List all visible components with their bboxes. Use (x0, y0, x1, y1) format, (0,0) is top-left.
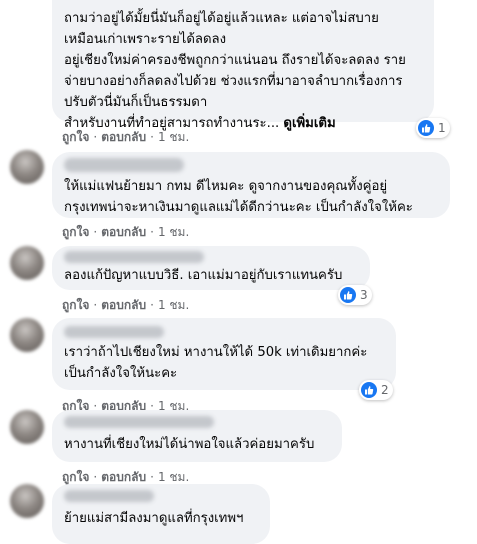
dot-separator: · (150, 470, 154, 484)
avatar[interactable] (10, 150, 44, 184)
avatar[interactable] (10, 246, 44, 280)
reply-button[interactable]: ตอบกลับ (101, 223, 146, 242)
comment-text-line: ปรับตัวนี่มันก็เป็นธรรมดา (64, 95, 208, 110)
comment-text-line: จ่ายบางอย่างก็ลดลงไปด้วย ช่วงแรกที่มาอาจ… (64, 74, 403, 89)
comment-actions: ถูกใจ · ตอบกลับ · 1 ชม. (62, 296, 189, 315)
comment-time[interactable]: 1 ชม. (158, 128, 189, 147)
like-button[interactable]: ถูกใจ (62, 223, 89, 242)
comment-bubble: เราว่าถ้าไปเชียงใหม่ หางานให้ได้ 50k เท่… (52, 318, 396, 390)
dot-separator: · (150, 225, 154, 239)
see-more-link[interactable]: ดูเพิ่มเติม (283, 116, 335, 131)
reaction-number: 1 (438, 121, 446, 135)
like-button[interactable]: ถูกใจ (62, 128, 89, 147)
comment-text-line: เหมือนเก่าเพราะรายได้ลดลง (64, 32, 227, 47)
comment-actions: ถูกใจ · ตอบกลับ · 1 ชม. (62, 223, 189, 242)
comment-bubble: ลองแก้ปัญหาแบบวิธี. เอาแม่มาอยู่กับเราแท… (52, 246, 370, 290)
comment-text-line: อยู่เชียงใหม่ค่าครองชีพถูกกว่าแน่นอน ถึง… (64, 53, 406, 68)
avatar[interactable] (10, 484, 44, 518)
comment-text-line: กรุงเทพน่าจะหาเงินมาดูแลแม่ได้ดีกว่านะคะ… (64, 200, 413, 215)
comment-time[interactable]: 1 ชม. (158, 296, 189, 315)
author-name-blurred[interactable] (64, 416, 214, 428)
dot-separator: · (93, 470, 98, 484)
reply-button[interactable]: ตอบกลับ (101, 128, 146, 147)
dot-separator: · (93, 130, 98, 144)
reaction-count[interactable]: 3 (338, 285, 372, 305)
author-name-blurred[interactable] (64, 251, 204, 263)
comment-time[interactable]: 1 ชม. (158, 223, 189, 242)
like-reaction-icon (418, 120, 434, 136)
avatar[interactable] (10, 410, 44, 444)
comment-bubble: ย้ายแม่สามีลงมาดูแลที่กรุงเทพฯ (52, 484, 270, 544)
comment-text-line: ย้ายแม่สามีลงมาดูแลที่กรุงเทพฯ (64, 511, 244, 526)
comment-text-line: ถามว่าอยู่ได้มั้ยนี่มันก็อยู่ได้อยู่แล้ว… (64, 11, 379, 26)
avatar[interactable] (10, 318, 44, 352)
comment-text-line: หางานที่เชียงใหม่ได้น่าพอใจแล้วค่อยมาครั… (64, 437, 315, 452)
comment-text-line: เราว่าถ้าไปเชียงใหม่ หางานให้ได้ 50k เท่… (64, 345, 368, 360)
like-reaction-icon (361, 382, 377, 398)
author-name-blurred[interactable] (64, 490, 154, 502)
comment-bubble: ถามว่าอยู่ได้มั้ยนี่มันก็อยู่ได้อยู่แล้ว… (52, 0, 434, 131)
reaction-count[interactable]: 1 (416, 118, 450, 138)
reaction-count[interactable]: 2 (359, 380, 393, 400)
author-name-blurred[interactable] (64, 326, 164, 338)
comment-bubble: หางานที่เชียงใหม่ได้น่าพอใจแล้วค่อยมาครั… (52, 410, 342, 462)
author-name-blurred[interactable] (64, 158, 184, 172)
comment-actions: ถูกใจ · ตอบกลับ · 1 ชม. (62, 128, 189, 147)
dot-separator: · (150, 298, 154, 312)
reply-button[interactable]: ตอบกลับ (101, 296, 146, 315)
reaction-number: 3 (360, 288, 368, 302)
like-button[interactable]: ถูกใจ (62, 296, 89, 315)
reaction-number: 2 (381, 383, 389, 397)
comment-bubble: ให้แม่แฟนย้ายมา กทม ดีไหมคะ ดูจากงานของค… (52, 152, 450, 218)
dot-separator: · (93, 225, 98, 239)
comment-text-line: ให้แม่แฟนย้ายมา กทม ดีไหมคะ ดูจากงานของค… (64, 179, 388, 194)
comment-text-line: เป็นกำลังใจให้นะคะ (64, 366, 178, 381)
comment-text-line: ลองแก้ปัญหาแบบวิธี. เอาแม่มาอยู่กับเราแท… (64, 268, 343, 283)
dot-separator: · (150, 130, 154, 144)
dot-separator: · (93, 298, 98, 312)
like-reaction-icon (340, 287, 356, 303)
